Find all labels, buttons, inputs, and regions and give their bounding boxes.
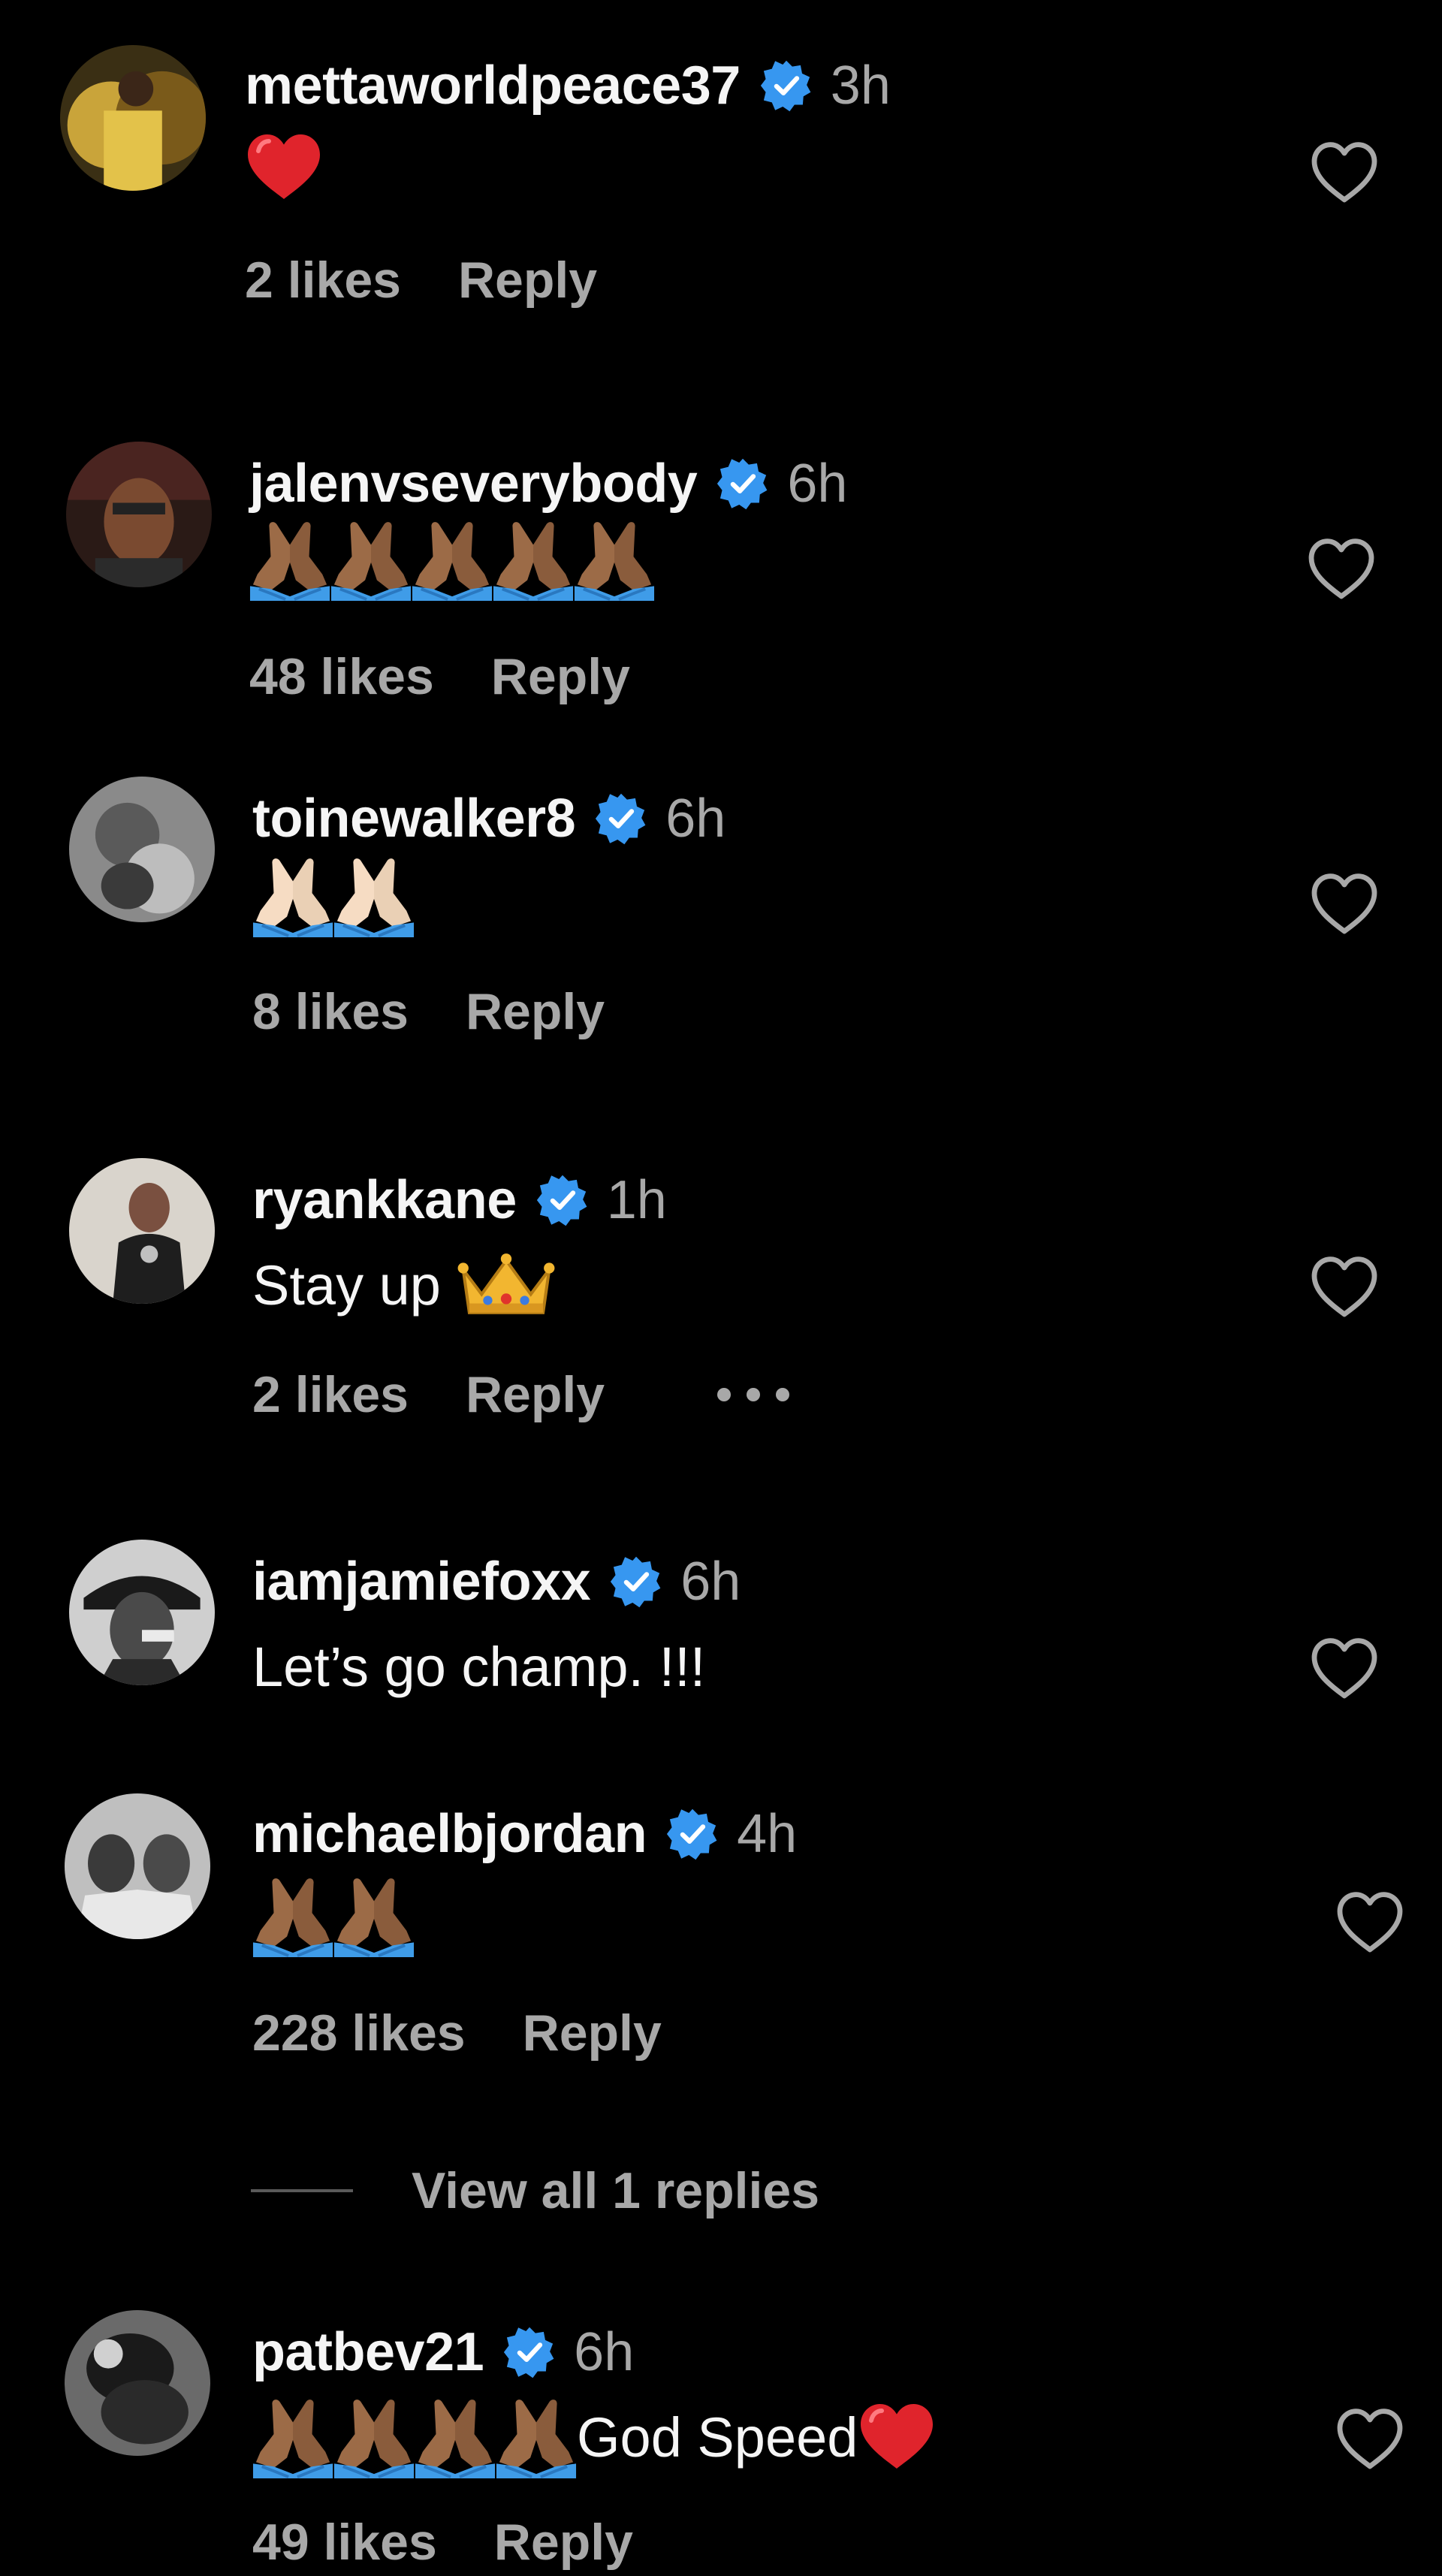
comment-text-content: Let’s go champ. !!! bbox=[252, 1635, 706, 1698]
red-heart-emoji bbox=[858, 2400, 936, 2475]
like-heart-icon[interactable] bbox=[1308, 1253, 1380, 1320]
like-count[interactable]: 2 likes bbox=[252, 1365, 409, 1424]
username[interactable]: iamjamiefoxx bbox=[252, 1551, 591, 1612]
avatar[interactable] bbox=[66, 442, 212, 587]
avatar[interactable] bbox=[65, 1793, 210, 1939]
comment-meta: 49 likes Reply bbox=[252, 2508, 633, 2576]
like-count[interactable]: 49 likes bbox=[252, 2513, 437, 2571]
comment-meta: 8 likes Reply bbox=[252, 978, 605, 1045]
like-count[interactable]: 228 likes bbox=[252, 2004, 466, 2062]
like-heart-icon[interactable] bbox=[1334, 1888, 1406, 1956]
comment-header: mettaworldpeace37 3h bbox=[245, 48, 891, 123]
like-heart-icon[interactable] bbox=[1308, 870, 1380, 937]
comment-text bbox=[245, 126, 323, 209]
crown-emoji bbox=[456, 1251, 557, 1319]
comment-text bbox=[249, 518, 655, 601]
comment-text bbox=[252, 855, 415, 937]
username[interactable]: michaelbjordan bbox=[252, 1803, 647, 1865]
username[interactable]: patbev21 bbox=[252, 2321, 484, 2383]
comment-header: patbev21 6h bbox=[252, 2315, 634, 2390]
avatar[interactable] bbox=[65, 2310, 210, 2456]
reply-button[interactable]: Reply bbox=[491, 647, 630, 706]
red-heart-emoji bbox=[245, 130, 323, 205]
comment-time: 1h bbox=[606, 1170, 667, 1230]
folded-hands-emoji bbox=[412, 518, 493, 601]
folded-hands-emoji bbox=[333, 1875, 415, 1957]
verified-badge-icon bbox=[666, 1808, 719, 1860]
avatar[interactable] bbox=[69, 1540, 215, 1685]
verified-badge-icon bbox=[595, 792, 647, 845]
reply-button[interactable]: Reply bbox=[523, 2004, 662, 2062]
comment-meta: 228 likes Reply bbox=[252, 1999, 662, 2067]
folded-hands-emoji bbox=[252, 855, 333, 937]
comment-header: michaelbjordan 4h bbox=[252, 1796, 797, 1872]
folded-hands-emoji bbox=[333, 2396, 415, 2478]
avatar[interactable] bbox=[60, 45, 206, 191]
comment-time: 3h bbox=[830, 56, 891, 116]
comment-text-content: Stay up bbox=[252, 1253, 441, 1317]
comment-text: God Speed bbox=[252, 2396, 936, 2478]
folded-hands-emoji bbox=[496, 2396, 577, 2478]
like-heart-icon[interactable] bbox=[1308, 138, 1380, 206]
verified-badge-icon bbox=[760, 59, 813, 112]
folded-hands-emoji bbox=[333, 855, 415, 937]
more-options-icon[interactable] bbox=[717, 1383, 790, 1406]
comment-time: 6h bbox=[787, 454, 848, 514]
avatar[interactable] bbox=[69, 1158, 215, 1304]
username[interactable]: jalenvseverybody bbox=[249, 453, 698, 514]
comment-meta: 48 likes Reply bbox=[249, 643, 630, 710]
username[interactable]: toinewalker8 bbox=[252, 788, 576, 849]
avatar[interactable] bbox=[69, 777, 215, 922]
verified-badge-icon bbox=[716, 457, 769, 510]
reply-button[interactable]: Reply bbox=[458, 251, 597, 309]
view-replies-label: View all 1 replies bbox=[412, 2162, 820, 2219]
comment-time: 6h bbox=[574, 2322, 635, 2382]
comment-header: iamjamiefoxx 6h bbox=[252, 1544, 741, 1619]
comment-text bbox=[252, 1875, 415, 1957]
username[interactable]: mettaworldpeace37 bbox=[245, 55, 741, 116]
reply-button[interactable]: Reply bbox=[466, 1365, 605, 1424]
like-count[interactable]: 48 likes bbox=[249, 647, 434, 706]
like-heart-icon[interactable] bbox=[1334, 2405, 1406, 2472]
folded-hands-emoji bbox=[415, 2396, 496, 2478]
username[interactable]: ryankkane bbox=[252, 1169, 517, 1231]
comment-time: 4h bbox=[737, 1804, 798, 1864]
folded-hands-emoji bbox=[252, 1875, 333, 1957]
comment-time: 6h bbox=[680, 1552, 741, 1612]
like-heart-icon[interactable] bbox=[1308, 1634, 1380, 1702]
replies-divider-line bbox=[251, 2189, 353, 2192]
comment-header: toinewalker8 6h bbox=[252, 781, 726, 856]
comment-text-content: God Speed bbox=[577, 2406, 858, 2469]
folded-hands-emoji bbox=[330, 518, 412, 601]
comment-time: 6h bbox=[665, 789, 726, 849]
like-count[interactable]: 2 likes bbox=[245, 251, 401, 309]
verified-badge-icon bbox=[610, 1555, 662, 1608]
folded-hands-emoji bbox=[574, 518, 655, 601]
comment-text: Stay up bbox=[252, 1244, 557, 1326]
comment-header: jalenvseverybody 6h bbox=[249, 446, 847, 521]
like-count[interactable]: 8 likes bbox=[252, 982, 409, 1041]
comment-header: ryankkane 1h bbox=[252, 1163, 667, 1238]
comment-meta: 2 likes Reply bbox=[245, 246, 597, 314]
reply-button[interactable]: Reply bbox=[494, 2513, 633, 2571]
view-replies-button[interactable]: View all 1 replies bbox=[251, 2157, 819, 2225]
folded-hands-emoji bbox=[252, 2396, 333, 2478]
reply-button[interactable]: Reply bbox=[466, 982, 605, 1041]
like-heart-icon[interactable] bbox=[1305, 535, 1377, 602]
comment-text: Let’s go champ. !!! bbox=[252, 1625, 705, 1708]
verified-badge-icon bbox=[536, 1174, 589, 1226]
folded-hands-emoji bbox=[249, 518, 330, 601]
verified-badge-icon bbox=[503, 2326, 556, 2378]
comment-meta: 2 likes Reply bbox=[252, 1361, 790, 1428]
folded-hands-emoji bbox=[493, 518, 574, 601]
